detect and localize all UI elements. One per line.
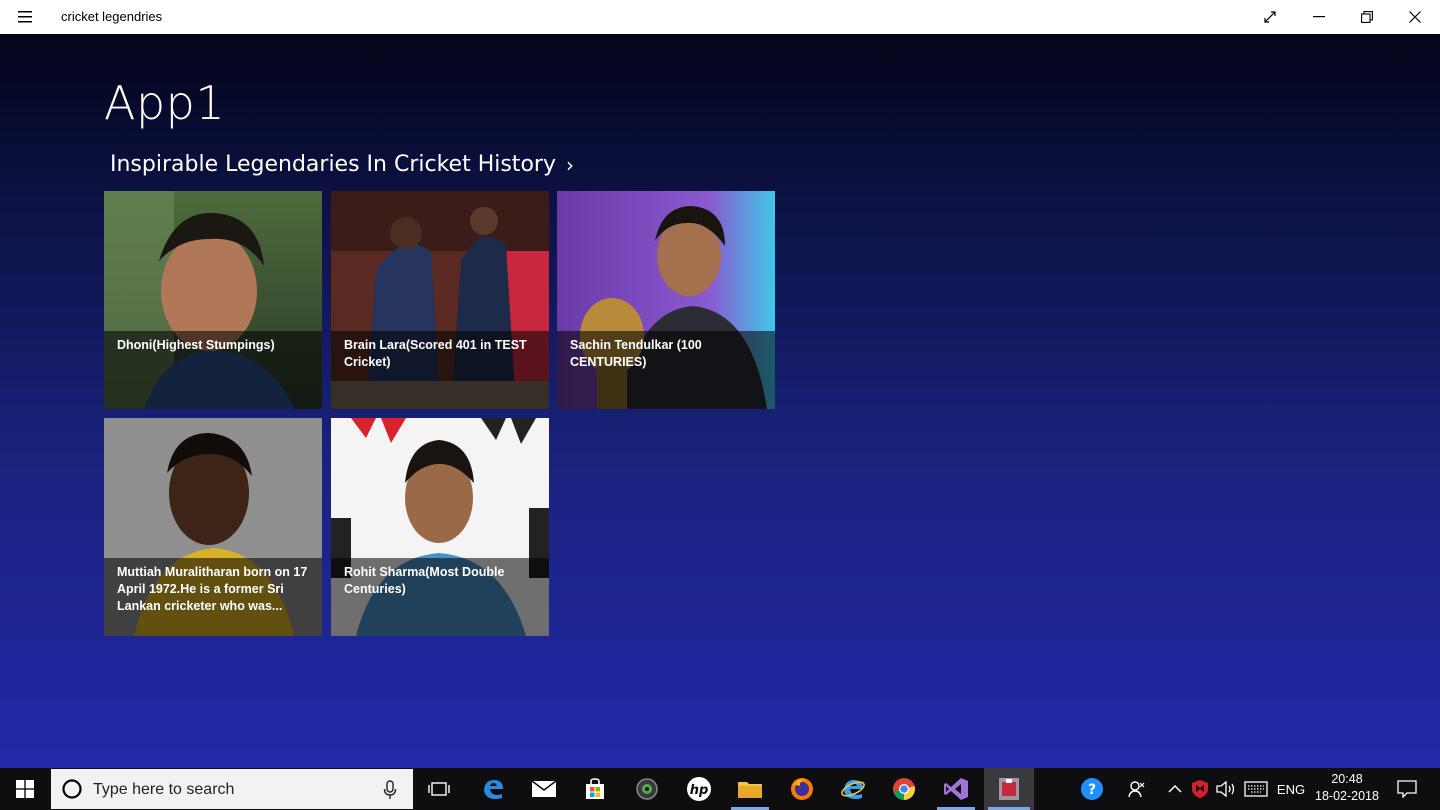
- tile-rohit[interactable]: Rohit Sharma(Most Double Centuries): [331, 418, 549, 636]
- volume-icon: [1216, 780, 1235, 798]
- tile-caption: Muttiah Muralitharan born on 17 April 19…: [104, 558, 322, 636]
- notifications-icon: [1397, 780, 1417, 798]
- file-explorer-taskbar-button[interactable]: [727, 768, 773, 810]
- expand-icon: [1264, 11, 1276, 23]
- mcafee-shield-icon: [1192, 780, 1208, 798]
- minimize-button[interactable]: [1295, 0, 1343, 34]
- microphone-icon[interactable]: [383, 780, 397, 800]
- restore-icon: [1361, 11, 1373, 23]
- windows-logo-icon: [16, 780, 34, 798]
- chrome-taskbar-button[interactable]: [881, 768, 927, 810]
- edge-taskbar-button[interactable]: [470, 768, 516, 810]
- firefox-icon: [791, 778, 813, 800]
- chevron-up-icon: [1168, 784, 1182, 793]
- cortana-icon: [62, 779, 82, 799]
- section-header-label: Inspirable Legendaries In Cricket Histor…: [110, 152, 556, 177]
- volume-tray-button[interactable]: [1213, 768, 1239, 810]
- store-taskbar-button[interactable]: [572, 768, 618, 810]
- visual-studio-taskbar-button[interactable]: [933, 768, 979, 810]
- action-center-button[interactable]: [1390, 768, 1424, 810]
- clock-time: 20:48: [1331, 772, 1363, 786]
- hamburger-menu-icon[interactable]: [10, 2, 40, 32]
- help-icon: ?: [1081, 778, 1103, 800]
- chrome-icon: [893, 778, 915, 800]
- page-title: App1: [104, 76, 226, 130]
- tile-lara[interactable]: Brain Lara(Scored 401 in TEST Cricket): [331, 191, 549, 409]
- mcafee-tray-button[interactable]: [1188, 768, 1212, 810]
- tile-caption: Rohit Sharma(Most Double Centuries): [331, 558, 549, 636]
- start-button[interactable]: [0, 768, 50, 810]
- firefox-taskbar-button[interactable]: [779, 768, 825, 810]
- task-view-button[interactable]: [416, 768, 462, 810]
- hp-taskbar-button[interactable]: hp: [676, 768, 722, 810]
- clock-date: 18-02-2018: [1315, 789, 1379, 803]
- cricket-app-icon: [999, 778, 1019, 800]
- show-hidden-icons-button[interactable]: [1164, 768, 1186, 810]
- people-tray-button[interactable]: [1122, 768, 1152, 810]
- media-player-taskbar-button[interactable]: [624, 768, 670, 810]
- mail-taskbar-button[interactable]: [521, 768, 567, 810]
- internet-explorer-icon: [841, 780, 865, 799]
- tile-caption: Sachin Tendulkar (100 CENTURIES): [557, 331, 775, 409]
- close-icon: [1409, 11, 1421, 23]
- svg-text:?: ?: [1088, 782, 1096, 798]
- svg-text:hp: hp: [690, 783, 709, 798]
- section-header-link[interactable]: Inspirable Legendaries In Cricket Histor…: [110, 152, 574, 177]
- minimize-icon: [1313, 16, 1325, 18]
- cricket-app-taskbar-button[interactable]: [984, 768, 1034, 810]
- taskbar-clock[interactable]: 20:48 18-02-2018: [1310, 771, 1384, 805]
- touch-keyboard-tray-button[interactable]: [1241, 768, 1271, 810]
- edge-icon: [484, 780, 503, 799]
- title-bar: cricket legendries: [0, 0, 1440, 34]
- folder-icon: [738, 782, 762, 798]
- taskbar-search-box[interactable]: Type here to search: [51, 769, 413, 809]
- hp-logo-icon: hp: [687, 777, 711, 801]
- restore-button[interactable]: [1343, 0, 1391, 34]
- fullscreen-button[interactable]: [1246, 0, 1294, 34]
- app-content: App1 Inspirable Legendaries In Cricket H…: [0, 34, 1440, 768]
- window-title: cricket legendries: [61, 9, 163, 24]
- tile-muralitharan[interactable]: Muttiah Muralitharan born on 17 April 19…: [104, 418, 322, 636]
- tile-sachin[interactable]: Sachin Tendulkar (100 CENTURIES): [557, 191, 775, 409]
- internet-explorer-taskbar-button[interactable]: [830, 768, 876, 810]
- search-placeholder: Type here to search: [93, 781, 235, 798]
- keyboard-icon: [1244, 781, 1268, 797]
- language-indicator[interactable]: ENG: [1274, 768, 1308, 810]
- tile-caption: Dhoni(Highest Stumpings): [104, 331, 322, 409]
- tile-dhoni[interactable]: Dhoni(Highest Stumpings): [104, 191, 322, 409]
- help-tray-button[interactable]: ?: [1076, 768, 1108, 810]
- task-view-icon: [428, 782, 450, 796]
- people-icon: [1128, 781, 1145, 798]
- tile-caption: Brain Lara(Scored 401 in TEST Cricket): [331, 331, 549, 409]
- mail-icon: [531, 780, 557, 797]
- media-player-icon: [636, 778, 658, 800]
- visual-studio-icon: [944, 778, 968, 800]
- close-button[interactable]: [1391, 0, 1439, 34]
- chevron-right-icon: ›: [565, 152, 574, 177]
- store-icon: [586, 778, 604, 799]
- taskbar: Type here to search hp ? ENG 20:48 18-02…: [0, 768, 1440, 810]
